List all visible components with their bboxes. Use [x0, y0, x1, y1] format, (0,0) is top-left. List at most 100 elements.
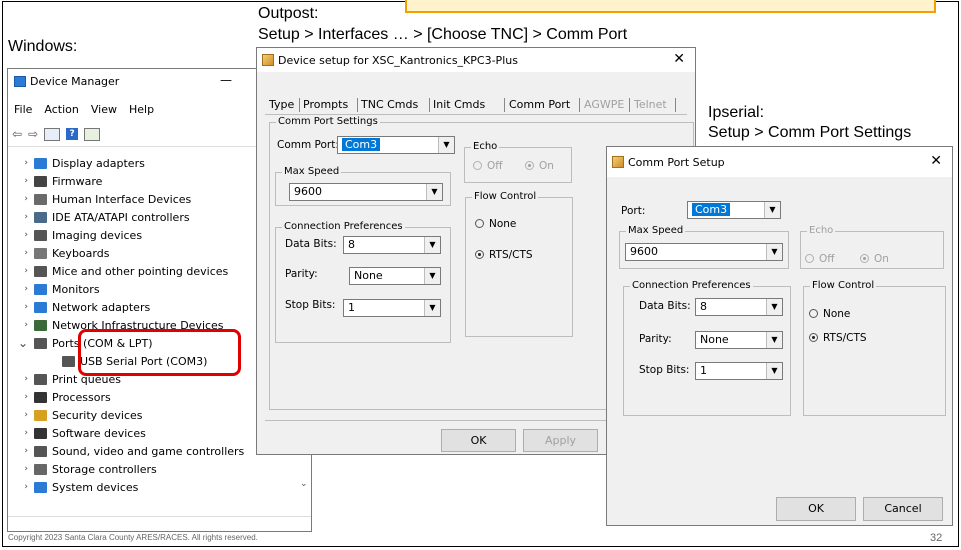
menu-help[interactable]: Help — [129, 103, 154, 119]
port-value: Com3 — [692, 203, 731, 216]
ide-controller-icon — [34, 211, 47, 223]
flow-rts-cts-label: RTS/CTS — [823, 332, 867, 344]
tree-item[interactable]: › Firmware — [8, 172, 102, 190]
tree-item[interactable]: › Monitors — [8, 280, 99, 298]
tab-prompts[interactable]: Prompts — [303, 96, 348, 115]
flow-none-radio[interactable]: None — [809, 308, 850, 320]
chevron-right-icon[interactable]: › — [8, 482, 34, 492]
cancel-button[interactable]: Cancel — [863, 497, 943, 521]
tree-item[interactable]: › Human Interface Devices — [8, 190, 191, 208]
chevron-right-icon[interactable]: › — [8, 320, 34, 330]
data-bits-select[interactable]: 8 ▼ — [343, 236, 441, 254]
data-bits-select[interactable]: 8 ▼ — [695, 298, 783, 316]
ok-button[interactable]: OK — [441, 429, 516, 452]
outpost-title: Device setup for XSC_Kantronics_KPC3-Plu… — [278, 53, 518, 67]
radio-selected-icon — [475, 250, 484, 259]
page-number: 32 — [930, 532, 943, 544]
close-button[interactable]: ✕ — [673, 51, 685, 67]
tree-item[interactable]: › Imaging devices — [8, 226, 142, 244]
chevron-right-icon[interactable]: › — [8, 230, 34, 240]
chevron-right-icon[interactable]: › — [8, 302, 34, 312]
chevron-right-icon[interactable]: › — [8, 464, 34, 474]
tree-item-label: Imaging devices — [52, 228, 143, 242]
echo-off-radio[interactable]: Off — [473, 160, 503, 172]
port-select[interactable]: Com3 ▼ — [687, 201, 781, 219]
back-arrow-icon[interactable]: ⇦ — [12, 127, 22, 141]
tree-item[interactable]: › IDE ATA/ATAPI controllers — [8, 208, 189, 226]
properties-icon[interactable] — [44, 127, 61, 141]
max-speed-value: 9600 — [294, 185, 322, 198]
show-hidden-icon[interactable] — [84, 127, 101, 141]
tree-item[interactable]: › Sound, video and game controllers — [8, 442, 244, 460]
chevron-down-icon: ▼ — [766, 332, 782, 348]
flow-rts-cts-radio[interactable]: RTS/CTS — [809, 332, 867, 344]
tab-comm-port[interactable]: Comm Port — [509, 96, 570, 115]
chevron-right-icon[interactable]: › — [8, 176, 34, 186]
tree-item[interactable]: › Processors — [8, 388, 110, 406]
menu-file[interactable]: File — [14, 103, 32, 119]
ok-button[interactable]: OK — [776, 497, 856, 521]
chevron-right-icon[interactable]: › — [8, 374, 34, 384]
forward-arrow-icon[interactable]: ⇨ — [28, 127, 38, 141]
scroll-down-arrow[interactable]: ⌄ — [300, 479, 308, 489]
menu-action[interactable]: Action — [44, 103, 78, 119]
apply-button[interactable]: Apply — [523, 429, 598, 452]
tree-item[interactable]: › Mice and other pointing devices — [8, 262, 228, 280]
tree-item[interactable]: › Network adapters — [8, 298, 150, 316]
chevron-right-icon[interactable]: › — [8, 446, 34, 456]
chevron-right-icon[interactable]: › — [8, 158, 34, 168]
tree-item-label: Network adapters — [52, 300, 151, 314]
tree-item[interactable]: › Security devices — [8, 406, 142, 424]
tab-telnet[interactable]: Telnet — [634, 96, 667, 115]
copyright-footer: Copyright 2023 Santa Clara County ARES/R… — [8, 533, 258, 542]
storage-controller-icon — [34, 463, 47, 475]
tree-item[interactable]: › Keyboards — [8, 244, 109, 262]
stop-bits-select[interactable]: 1 ▼ — [695, 362, 783, 380]
chevron-right-icon[interactable]: › — [8, 194, 34, 204]
port-label: Port: — [621, 205, 646, 217]
chevron-right-icon[interactable]: › — [8, 428, 34, 438]
help-icon[interactable]: ? — [66, 128, 79, 140]
parity-select[interactable]: None ▼ — [349, 267, 441, 285]
chevron-right-icon[interactable]: › — [8, 212, 34, 222]
minimize-button[interactable]: — — [220, 73, 232, 87]
echo-on-radio[interactable]: On — [860, 253, 889, 265]
tab-type[interactable]: Type — [269, 96, 294, 115]
menu-view[interactable]: View — [91, 103, 117, 119]
flow-control-label: Flow Control — [472, 191, 539, 203]
close-button[interactable]: ✕ — [930, 153, 942, 169]
tab-separators — [299, 98, 300, 112]
comm-port-select[interactable]: Com3 ▼ — [337, 136, 455, 154]
port-icon — [34, 337, 47, 349]
max-speed-select[interactable]: 9600 ▼ — [625, 243, 783, 261]
echo-on-radio[interactable]: On — [525, 160, 554, 172]
parity-select[interactable]: None ▼ — [695, 331, 783, 349]
flow-rts-cts-radio[interactable]: RTS/CTS — [475, 249, 533, 261]
radio-selected-icon — [809, 333, 818, 342]
tab-init-cmds[interactable]: Init Cmds — [433, 96, 485, 115]
max-speed-select[interactable]: 9600 ▼ — [289, 183, 443, 201]
tab-tnc-cmds[interactable]: TNC Cmds — [361, 96, 418, 115]
tab-agwpe[interactable]: AGWPE — [584, 96, 624, 115]
chevron-right-icon[interactable]: › — [8, 392, 34, 402]
tab-separator — [629, 98, 630, 112]
chevron-right-icon[interactable]: › — [8, 266, 34, 276]
radio-icon — [805, 254, 814, 263]
tree-item[interactable]: › Display adapters — [8, 154, 144, 172]
flow-none-radio[interactable]: None — [475, 218, 516, 230]
tree-item[interactable]: › System devices — [8, 478, 138, 496]
ipserial-titlebar: Comm Port Setup ✕ — [607, 147, 952, 177]
parity-value: None — [354, 269, 383, 282]
chevron-right-icon[interactable]: › — [8, 284, 34, 294]
chevron-right-icon[interactable]: › — [8, 410, 34, 420]
tab-separator — [675, 98, 676, 112]
tree-item[interactable]: › Storage controllers — [8, 460, 156, 478]
mouse-icon — [34, 265, 47, 277]
stop-bits-select[interactable]: 1 ▼ — [343, 299, 441, 317]
chevron-down-icon[interactable]: ⌄ — [8, 337, 34, 349]
tree-item[interactable]: › Software devices — [8, 424, 145, 442]
data-bits-label: Data Bits: — [285, 238, 337, 250]
chevron-right-icon[interactable]: › — [8, 248, 34, 258]
tree-item-label: System devices — [52, 480, 139, 494]
echo-off-radio[interactable]: Off — [805, 253, 835, 265]
